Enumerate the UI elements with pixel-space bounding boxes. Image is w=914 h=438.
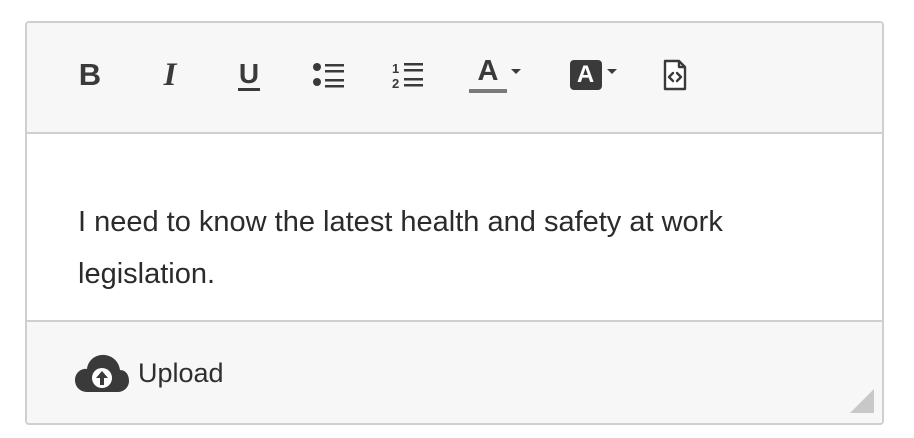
underline-button[interactable]: U [230, 53, 268, 97]
upload-button[interactable]: Upload [74, 352, 224, 394]
upload-label: Upload [138, 357, 224, 388]
bold-button[interactable]: B [72, 53, 108, 97]
source-code-button[interactable] [657, 53, 693, 97]
background-color-icon: A [569, 60, 602, 90]
background-color-button[interactable]: A [562, 53, 624, 97]
underline-icon: U [237, 57, 261, 91]
chevron-down-icon [606, 68, 617, 74]
numbered-list-digit: 2 [392, 76, 399, 90]
bullet-list-button[interactable] [310, 53, 348, 97]
bold-icon: B [78, 57, 102, 92]
chevron-down-icon [511, 68, 521, 74]
background-color-letter: A [576, 61, 595, 88]
editor-footer: Upload [27, 320, 882, 423]
rich-text-editor: B I U 1 2 A A I need to know the latest … [25, 21, 884, 425]
numbered-list-button[interactable]: 1 2 [389, 53, 427, 97]
editor-content-area[interactable]: I need to know the latest health and saf… [27, 134, 882, 320]
resize-handle-icon[interactable] [850, 389, 874, 413]
font-color-letter: A [477, 55, 499, 87]
font-color-icon: A [469, 57, 507, 93]
font-color-button[interactable]: A [464, 53, 526, 97]
italic-button[interactable]: I [152, 53, 188, 97]
cloud-upload-icon [75, 354, 129, 392]
editor-text: I need to know the latest health and saf… [78, 206, 723, 290]
bullet-list-icon [313, 63, 344, 88]
source-code-icon [663, 59, 687, 91]
italic-icon: I [163, 56, 177, 93]
numbered-list-icon: 1 2 [392, 61, 423, 90]
numbered-list-digit: 1 [392, 61, 399, 76]
editor-toolbar: B I U 1 2 A A [27, 23, 882, 134]
